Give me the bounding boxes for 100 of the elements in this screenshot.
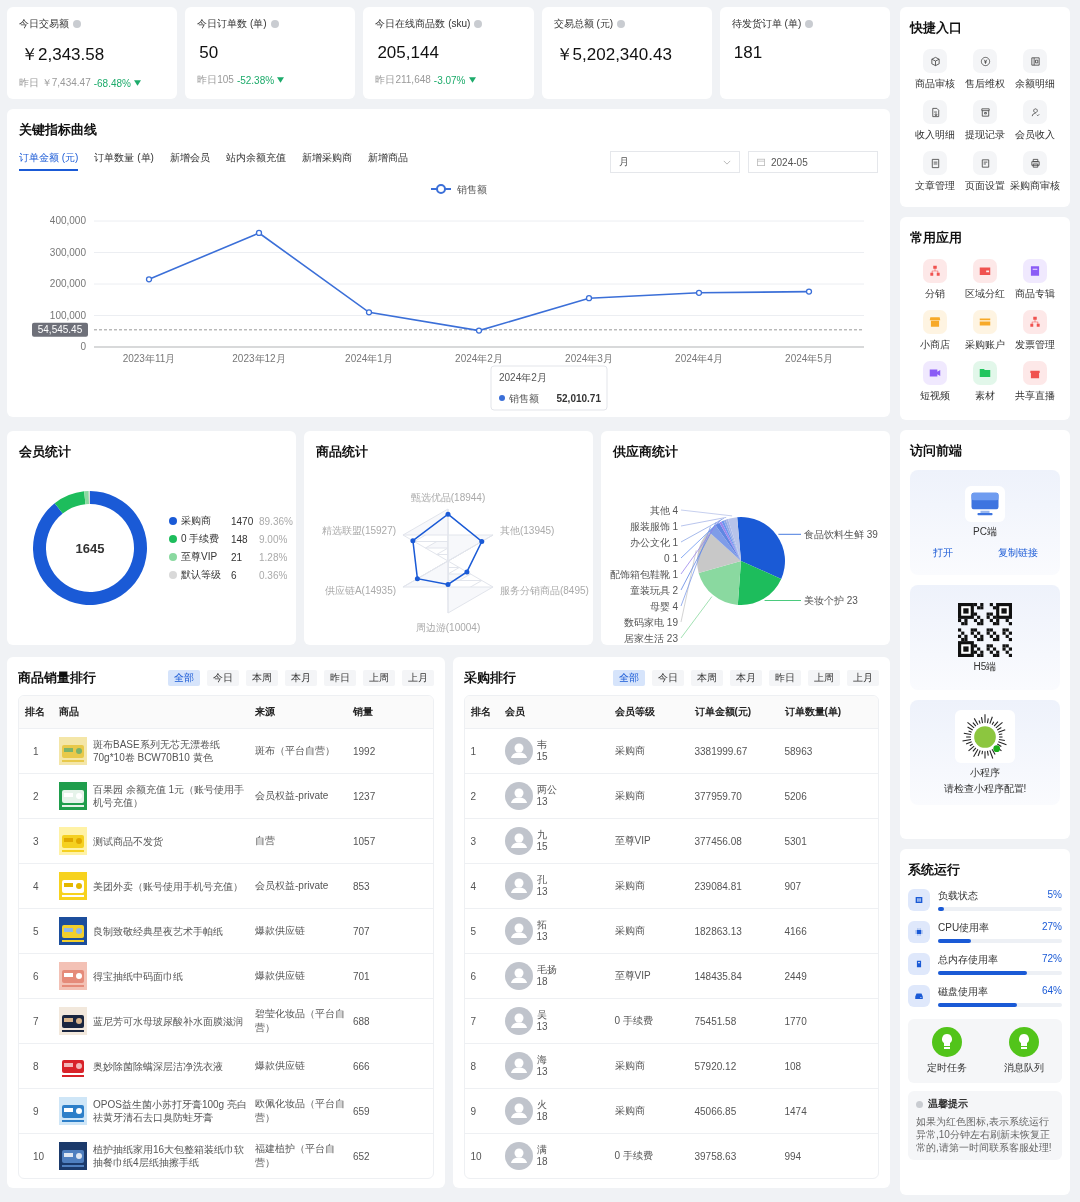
member-phone: 13 bbox=[536, 796, 549, 808]
level-cell-text: 采购商 bbox=[614, 924, 646, 938]
source-cell-text: 斑布（平台自营） bbox=[255, 744, 336, 758]
stat-value: ￥2,343.58 bbox=[21, 44, 106, 66]
product-name: 蓝尼芳可水母玻尿酸补水面膜滋润 bbox=[93, 1014, 243, 1028]
member-phone: 18 bbox=[536, 1111, 548, 1123]
pc-label: PC端 bbox=[973, 525, 997, 538]
rank-cell-text: 10 bbox=[32, 1150, 46, 1162]
level-cell-text: 0 手续费 bbox=[614, 1149, 654, 1163]
mini-program-note: 请检查小程序配置! bbox=[943, 783, 1027, 795]
yesterday-value: 昨日105 bbox=[197, 73, 234, 87]
orders-cell-text: 5206 bbox=[784, 790, 808, 802]
stat-label: 今日订单数 (单) bbox=[197, 17, 267, 31]
sales-cell-text: 659 bbox=[353, 1105, 371, 1117]
column-header: 商品 bbox=[59, 705, 80, 719]
orders-cell-text: 108 bbox=[784, 1060, 803, 1072]
member-phone: 15 bbox=[536, 751, 548, 763]
rank-cell-text: 8 bbox=[32, 1060, 40, 1072]
chart-tooltip: 2024年2月 销售额 52,010.71 bbox=[490, 365, 608, 411]
y-axis-label: 0 bbox=[80, 341, 86, 352]
amount-cell-text: 377959.70 bbox=[694, 790, 743, 802]
radar-axis-label: 供应链A(14935) bbox=[324, 585, 397, 596]
slice-label: 服装服饰 1 bbox=[629, 520, 678, 532]
product-name: 斑布BASE系列无芯无漂卷纸70g*10卷 BCW70B10 黄色 bbox=[93, 738, 221, 764]
member-name: 海 bbox=[536, 1054, 548, 1066]
member-phone: 13 bbox=[536, 931, 548, 943]
product-name: 测试商品不发货 bbox=[93, 834, 163, 848]
column-header: 订单数量(单) bbox=[784, 705, 843, 719]
change-percent: -68.48% bbox=[93, 77, 131, 89]
member-phone: 13 bbox=[536, 886, 548, 898]
y-axis-label: 200,000 bbox=[49, 278, 86, 289]
slice-label: 食品饮料生鲜 39 bbox=[804, 528, 878, 540]
sales-cell-text: 666 bbox=[353, 1060, 371, 1072]
rank-cell-text: 4 bbox=[470, 880, 478, 892]
product-name: 百果园 余额充值 1元（账号使用手机号充值） bbox=[93, 783, 246, 809]
service-label: 消息队列 bbox=[1003, 1061, 1044, 1075]
orders-cell-text: 907 bbox=[784, 880, 803, 892]
level-cell-text: 至尊VIP bbox=[614, 969, 652, 983]
slice-label: 美妆个护 23 bbox=[804, 594, 858, 606]
rank-cell-text: 4 bbox=[32, 880, 40, 892]
metric-reading: 72% bbox=[1042, 953, 1062, 966]
amount-cell-text: 148435.84 bbox=[694, 970, 743, 982]
rank-cell-text: 10 bbox=[470, 1150, 483, 1162]
slice-label: 居家生活 23 bbox=[624, 632, 678, 643]
card-title: 常用应用 bbox=[910, 229, 963, 247]
orders-cell-text: 1474 bbox=[784, 1105, 808, 1117]
amount-cell-text: 45066.85 bbox=[694, 1105, 738, 1117]
yesterday-value: 昨日 ￥7,434.47 bbox=[19, 76, 91, 90]
card-title: 关键指标曲线 bbox=[19, 121, 98, 139]
y-axis-label: 100,000 bbox=[49, 309, 86, 321]
rank-cell-text: 3 bbox=[32, 835, 40, 847]
card-title: 商品销量排行 bbox=[18, 669, 96, 687]
level-cell-text: 采购商 bbox=[614, 879, 646, 893]
member-name: 九 bbox=[536, 829, 548, 841]
slice-label: 配饰箱包鞋靴 1 bbox=[609, 568, 678, 580]
radar-axis-label: 精选联盟(15927) bbox=[321, 525, 397, 536]
stat-value: ￥5,202,340.43 bbox=[555, 44, 673, 66]
source-cell-text: 福建植护（平台自营） bbox=[255, 1142, 336, 1170]
pointer-label: 54,545.45 bbox=[32, 322, 88, 337]
amount-cell-text: 239084.81 bbox=[694, 880, 743, 892]
sales-cell-text: 1237 bbox=[353, 790, 377, 802]
legend-percent: 1.28% bbox=[259, 551, 288, 563]
card-title: 访问前端 bbox=[910, 442, 963, 460]
level-cell-text: 采购商 bbox=[614, 789, 646, 803]
source-cell-text: 自营 bbox=[255, 834, 276, 848]
level-cell-text: 采购商 bbox=[614, 1104, 646, 1118]
legend-count: 148 bbox=[231, 533, 249, 545]
rank-cell-text: 6 bbox=[470, 970, 478, 982]
orders-cell-text: 58963 bbox=[784, 745, 814, 757]
orders-cell-text: 5301 bbox=[784, 835, 808, 847]
member-name: 韦 bbox=[536, 739, 548, 751]
amount-cell-text: 377456.08 bbox=[694, 835, 743, 847]
mini-program-label: 小程序 bbox=[970, 767, 1000, 779]
chart-legend: 销售额 bbox=[430, 184, 487, 195]
amount-cell-text: 39758.63 bbox=[694, 1150, 738, 1162]
amount-cell-text: 3381999.67 bbox=[694, 745, 749, 757]
source-cell-text: 会员权益-private bbox=[255, 789, 330, 803]
amount-cell-text: 57920.12 bbox=[694, 1060, 738, 1072]
metric-reading: 64% bbox=[1042, 985, 1062, 998]
rank-cell-text: 8 bbox=[470, 1060, 478, 1072]
legend-label: 默认等级 bbox=[181, 568, 222, 582]
ref-line-label: 54,545.45 bbox=[37, 324, 83, 336]
rank-cell-text: 2 bbox=[32, 790, 40, 802]
rank-cell-text: 6 bbox=[32, 970, 40, 982]
sales-cell-text: 707 bbox=[353, 925, 371, 937]
rank-cell-text: 5 bbox=[470, 925, 478, 937]
donut-total: 1645 bbox=[75, 540, 105, 556]
card-title: 系统运行 bbox=[908, 861, 961, 879]
x-axis-label: 2024年3月 bbox=[565, 353, 613, 364]
card-title: 供应商统计 bbox=[611, 443, 679, 461]
sales-cell-text: 701 bbox=[353, 970, 371, 982]
metric-label: CPU使用率 bbox=[938, 921, 990, 935]
rank-cell-text: 5 bbox=[32, 925, 40, 937]
x-axis-label: 2023年11月 bbox=[122, 353, 176, 364]
member-name: 火 bbox=[536, 1099, 548, 1111]
column-header: 会员等级 bbox=[614, 705, 656, 719]
stat-label: 今日交易额 bbox=[19, 17, 69, 31]
product-name: OPOS益生菌小苏打牙膏100g 亮白祛黄牙清石去口臭防蛀牙膏 bbox=[93, 1098, 248, 1124]
orders-cell-text: 2449 bbox=[784, 970, 808, 982]
column-header: 排名 bbox=[470, 705, 492, 719]
